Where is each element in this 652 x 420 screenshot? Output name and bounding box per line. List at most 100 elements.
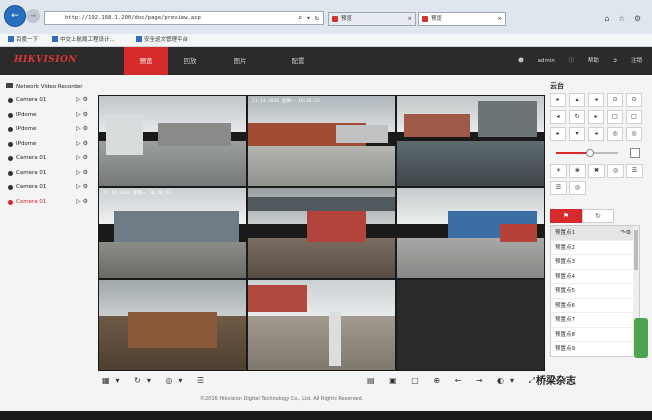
back-button[interactable]: ← (4, 5, 26, 27)
ptz-button[interactable]: ⊙ (626, 93, 642, 107)
wiper-button[interactable]: ❀ (569, 164, 586, 178)
favorite-label: 百度一下 (16, 37, 39, 43)
preset-item[interactable]: 预置点5 (551, 284, 639, 299)
ptz-button[interactable]: ◎ (626, 127, 642, 141)
ptz-button[interactable]: ◂ (550, 110, 566, 124)
device-title[interactable]: Network Video Recorder (6, 81, 94, 93)
ptz-button[interactable]: ▴ (569, 93, 585, 107)
scrollbar-thumb[interactable] (634, 230, 638, 270)
ptz-button[interactable]: ↻ (569, 110, 585, 124)
tab-presets[interactable]: ⚑ (550, 209, 582, 223)
favorite-link[interactable]: 百度一下 (8, 34, 38, 47)
camera-item[interactable]: IPdome ▷⚙ (6, 122, 94, 137)
ptz-button[interactable]: ◂ (588, 127, 604, 141)
video-cell[interactable] (99, 280, 246, 370)
preset-item[interactable]: 预置点9 (551, 342, 639, 356)
ptz-button[interactable]: ▾ (569, 127, 585, 141)
video-cell[interactable] (248, 280, 395, 370)
camera-actions[interactable]: ▷⚙ (76, 93, 90, 108)
ptz-button[interactable]: ▸ (550, 93, 566, 107)
logout-link[interactable]: ➲ 注销 (613, 58, 642, 64)
ptz-button[interactable]: ◎ (607, 127, 623, 141)
preset-item[interactable]: 预置点7 (551, 313, 639, 328)
nav-tab-picture[interactable]: 图片 (218, 47, 262, 75)
favorite-link[interactable]: 中交上航局工程设计... (52, 34, 115, 47)
side-widget[interactable] (634, 318, 648, 358)
capture-controls[interactable]: ▤ ▣ ▢ ⊕ ← → ◐▾ ⤢ (367, 376, 541, 386)
speed-track[interactable] (556, 149, 618, 157)
camera-item-selected[interactable]: Camera 01 ▷⚙ (6, 195, 94, 210)
camera-icon (8, 127, 13, 132)
layout-controls[interactable]: ▦▾ ↻▾ ◎▾ ☰ (102, 376, 210, 385)
watermark: 桥梁杂志 (536, 376, 576, 387)
browser-tab-label: 预览 (431, 16, 443, 22)
camera-label: IPdome (16, 126, 37, 132)
camera-actions[interactable]: ▷⚙ (76, 180, 90, 195)
main-area: Network Video Recorder Camera 01 ▷⚙ IPdom… (0, 75, 652, 411)
aux-button[interactable]: ◎ (607, 164, 624, 178)
browser-menu-icons[interactable]: ⌂ ☆ ⚙ (604, 14, 644, 23)
close-icon[interactable]: × (407, 13, 412, 25)
video-cell[interactable] (248, 188, 395, 278)
preset-item[interactable]: 预置点1 (551, 226, 639, 241)
page-icon (52, 36, 58, 42)
camera-item[interactable]: Camera 01 ▷⚙ (6, 180, 94, 195)
address-bar[interactable]: http://192.168.1.200/doc/page/preview.as… (44, 11, 324, 25)
nav-tab-configuration[interactable]: 配置 (276, 47, 320, 75)
tab-patrols[interactable]: ↻ (582, 209, 614, 223)
camera-actions[interactable]: ▷⚙ (76, 137, 90, 152)
camera-actions[interactable]: ▷⚙ (76, 108, 90, 123)
video-cell[interactable]: 11-14-2016 星期一 16:26:53 (99, 188, 246, 278)
browser-tab[interactable]: 预览 × (328, 12, 416, 26)
focus-button[interactable]: ✖ (588, 164, 605, 178)
camera-actions[interactable]: ▷⚙ (76, 195, 90, 210)
camera-item[interactable]: Camera 01 ▷⚙ (6, 166, 94, 181)
camera-item[interactable]: Camera 01 ▷⚙ (6, 93, 94, 108)
camera-item[interactable]: Camera 01 ▷⚙ (6, 151, 94, 166)
preset-item[interactable]: 预置点4 (551, 270, 639, 284)
help-link[interactable]: ⓘ 帮助 (569, 58, 599, 64)
video-toolbar: ▦▾ ↻▾ ◎▾ ☰ ▤ ▣ ▢ ⊕ ← → ◐▾ ⤢ (98, 374, 545, 390)
video-cell[interactable]: 11-14-2016 星期一 16:26:53 (248, 96, 395, 186)
light-button[interactable]: ☀ (550, 164, 567, 178)
camera-actions[interactable]: ▷⚙ (76, 122, 90, 137)
ptz-button[interactable]: ⊙ (607, 93, 623, 107)
aux-button[interactable]: ☰ (550, 181, 567, 195)
camera-actions[interactable]: ▷⚙ (76, 151, 90, 166)
nav-tab-live[interactable]: 预览 (124, 47, 168, 75)
user-link[interactable]: ☻ admin (518, 58, 555, 64)
ptz-speed-slider[interactable] (550, 146, 646, 160)
page-icon (136, 36, 142, 42)
video-cell-empty[interactable] (397, 280, 544, 370)
close-icon[interactable]: × (497, 13, 502, 25)
camera-icon (8, 141, 13, 147)
ptz-button[interactable]: □ (626, 110, 642, 124)
video-cell[interactable] (397, 188, 544, 278)
camera-actions[interactable]: ▷⚙ (76, 166, 90, 181)
video-osd: 11-14-2016 星期一 16:26:53 (103, 191, 171, 196)
address-controls[interactable]: ⌕ ▾ ↻ (298, 12, 319, 24)
ptz-button[interactable]: ▸ (550, 127, 566, 141)
camera-item[interactable]: IPdome ▷⚙ (6, 108, 94, 123)
user-area: ☻ admin ⓘ 帮助 ➲ 注销 (506, 47, 642, 75)
speed-box[interactable] (630, 148, 640, 158)
preset-item[interactable]: 预置点3 (551, 255, 639, 270)
browser-tab-active[interactable]: 预览 × (418, 12, 506, 26)
forward-button[interactable]: → (26, 9, 40, 23)
ptz-button[interactable]: ◂ (588, 93, 604, 107)
recorder-icon (6, 83, 13, 88)
app-header: HIKVISION 预览 回放 图片 配置 ☻ admin ⓘ 帮助 ➲ 注销 (0, 47, 652, 75)
aux-button[interactable]: ◎ (569, 181, 586, 195)
preset-item[interactable]: 预置点6 (551, 299, 639, 313)
favorite-link[interactable]: 安全巡文管理平台 (136, 34, 188, 47)
nav-tab-playback[interactable]: 回放 (168, 47, 212, 75)
ptz-button[interactable]: □ (607, 110, 623, 124)
menu-button[interactable]: ☰ (626, 164, 643, 178)
video-cell[interactable] (397, 96, 544, 186)
ptz-button[interactable]: ▸ (588, 110, 604, 124)
video-cell[interactable] (99, 96, 246, 186)
preset-item[interactable]: 预置点2 (551, 241, 639, 255)
camera-item[interactable]: IPdome ▷⚙ (6, 137, 94, 152)
preset-item[interactable]: 预置点8 (551, 328, 639, 342)
speed-knob[interactable] (586, 149, 595, 157)
